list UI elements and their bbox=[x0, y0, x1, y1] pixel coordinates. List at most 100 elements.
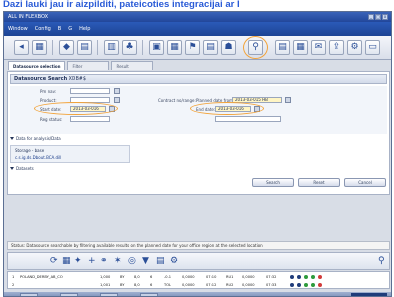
datasource-box: Storage - base c.s.ig.ds.Dbout.BCA.dill bbox=[10, 145, 130, 163]
link-icon[interactable]: ⚭ bbox=[100, 256, 108, 266]
card-icon[interactable]: ▤ bbox=[77, 40, 92, 55]
status-dot bbox=[304, 275, 308, 279]
star-icon[interactable]: ✶ bbox=[114, 256, 122, 266]
report-icon[interactable]: ▤ bbox=[275, 40, 290, 55]
status-dot bbox=[304, 283, 308, 287]
taskbar-button[interactable] bbox=[100, 293, 118, 296]
taskbar-button[interactable] bbox=[20, 293, 38, 296]
add-icon[interactable]: + bbox=[88, 256, 96, 266]
maximize-icon[interactable]: □ bbox=[375, 14, 381, 20]
start-date-highlight bbox=[34, 102, 118, 115]
title-bar: ALL IN FLEXBOX _ □ x bbox=[4, 12, 391, 22]
row-cell: 6 bbox=[150, 275, 153, 279]
mail-icon[interactable]: ✉ bbox=[311, 40, 326, 55]
document-icon[interactable]: ▤ bbox=[156, 256, 165, 266]
table-icon[interactable]: ▦ bbox=[62, 256, 71, 266]
tab-filter[interactable]: Filter bbox=[67, 61, 110, 70]
grid-icon[interactable]: ▦ bbox=[32, 40, 47, 55]
status-dot bbox=[290, 283, 294, 287]
reset-button[interactable]: Reset bbox=[298, 178, 340, 187]
calendar-icon[interactable]: ▦ bbox=[293, 40, 308, 55]
taskbar-button[interactable] bbox=[140, 293, 158, 296]
toolbar-separator bbox=[97, 40, 98, 55]
status-dot bbox=[311, 283, 315, 287]
subsection-datasets[interactable]: Datasets bbox=[10, 166, 387, 171]
row-cell: 0,0000 bbox=[182, 275, 195, 279]
status-dot bbox=[297, 275, 301, 279]
section-code: XDB#$ bbox=[68, 76, 87, 82]
reg-status-label: Reg status: bbox=[40, 117, 63, 122]
print-icon[interactable]: ▭ bbox=[365, 40, 380, 55]
row-cell: 8,0 bbox=[134, 275, 140, 279]
taskbar bbox=[4, 292, 391, 296]
row-cell: RU2 bbox=[226, 283, 234, 287]
close-icon[interactable]: x bbox=[382, 14, 388, 20]
settings-icon[interactable]: ⚙ bbox=[170, 256, 178, 266]
search-button[interactable]: Search bbox=[252, 178, 294, 187]
expand-triangle-icon bbox=[10, 167, 14, 170]
row-cell: 07:10 bbox=[206, 275, 217, 279]
row-cell: 07:32 bbox=[266, 275, 277, 279]
row-name: POLAND_DERBY_AB_CO bbox=[20, 275, 63, 279]
expand-triangle-icon bbox=[10, 137, 14, 140]
window-controls: _ □ x bbox=[368, 14, 388, 20]
people-icon[interactable]: ♣ bbox=[122, 40, 137, 55]
row-cell: 0,0000 bbox=[242, 275, 255, 279]
reg-status-field[interactable] bbox=[70, 116, 110, 122]
shield-icon[interactable]: ◆ bbox=[59, 40, 74, 55]
table-row[interactable]: 2 1,001 BY 8,0 6 TOL 0,0000 07:12 RU2 0,… bbox=[8, 281, 389, 289]
table-row[interactable]: 1 POLAND_DERBY_AB_CO 1,000 BY 8,0 6 -0.1… bbox=[8, 273, 389, 281]
export-icon[interactable]: ⇪ bbox=[329, 40, 344, 55]
pm-field[interactable] bbox=[70, 88, 110, 94]
flag-icon[interactable]: ⚑ bbox=[185, 40, 200, 55]
refresh-icon[interactable]: ⟳ bbox=[50, 256, 58, 266]
settings-icon[interactable]: ⚙ bbox=[347, 40, 362, 55]
product-picker-icon[interactable] bbox=[114, 97, 120, 103]
end-date-highlight bbox=[190, 102, 264, 115]
row-cell: 8,0 bbox=[134, 283, 140, 287]
users-icon[interactable]: ☗ bbox=[221, 40, 236, 55]
menu-help[interactable]: Help bbox=[79, 26, 90, 32]
row-cell: 1,001 bbox=[100, 283, 111, 287]
row-cell: TOL bbox=[164, 283, 172, 287]
cancel-button[interactable]: Cancel bbox=[344, 178, 386, 187]
datasource-row[interactable]: c.s.ig.ds.Dbout.BCA.dill bbox=[15, 155, 61, 160]
section-title: Datasource Search bbox=[14, 76, 68, 82]
table-icon[interactable]: ▦ bbox=[167, 40, 182, 55]
row-number: 2 bbox=[12, 283, 15, 287]
document-icon[interactable]: ▤ bbox=[203, 40, 218, 55]
headline: Dazi lauki jau ir aizpilditi, pateicotie… bbox=[3, 0, 240, 10]
subsection-data[interactable]: Data for analysis/Data bbox=[10, 136, 387, 141]
pm-picker-icon[interactable] bbox=[114, 88, 120, 94]
filter-icon[interactable]: ▼ bbox=[142, 256, 149, 266]
search-panel: Datasource Search XDB#$ Pm nav: Product:… bbox=[7, 71, 390, 195]
toolbar: ◂ ▦ ◆ ▤ ▥ ♣ ▣ ▦ ⚑ ▤ ☗ ⚲ ▤ ▦ ✉ ⇪ ⚙ ▭ bbox=[4, 36, 391, 60]
planned-date-picker-icon[interactable] bbox=[285, 97, 291, 103]
row-cell: 07:12 bbox=[206, 283, 217, 287]
tab-datasource-selection[interactable]: Datasource selection bbox=[8, 61, 66, 70]
menu-config[interactable]: Config bbox=[35, 26, 51, 32]
globe-icon[interactable]: ◎ bbox=[128, 256, 136, 266]
pm-label: Pm nav: bbox=[40, 89, 57, 94]
back-icon[interactable]: ◂ bbox=[14, 40, 29, 55]
row-cell: BY bbox=[120, 283, 125, 287]
row-cell: RU1 bbox=[226, 275, 234, 279]
results-grid: 1 POLAND_DERBY_AB_CO 1,000 BY 8,0 6 -0.1… bbox=[7, 271, 390, 289]
row-cell: 0,0000 bbox=[242, 283, 255, 287]
menu-g[interactable]: G bbox=[68, 26, 72, 32]
search-form: Pm nav: Product: Contract no/range: Plan… bbox=[10, 86, 387, 134]
status-bar: Status: Datasource searchable by filteri… bbox=[7, 241, 390, 250]
tab-strip: Datasource selection Filter Result bbox=[4, 61, 391, 71]
search-icon[interactable]: ⚲ bbox=[378, 256, 385, 266]
menu-b[interactable]: B bbox=[58, 26, 61, 32]
wand-icon[interactable]: ✦ bbox=[74, 256, 82, 266]
menu-window[interactable]: Window bbox=[8, 26, 28, 32]
folder-icon[interactable]: ▣ bbox=[149, 40, 164, 55]
status-dot bbox=[318, 283, 322, 287]
menu-bar: Window Config B G Help bbox=[4, 22, 391, 36]
tab-result[interactable]: Result bbox=[111, 61, 154, 70]
chart-icon[interactable]: ▥ bbox=[104, 40, 119, 55]
other-field[interactable] bbox=[215, 116, 281, 122]
taskbar-button[interactable] bbox=[60, 293, 78, 296]
minimize-icon[interactable]: _ bbox=[368, 14, 374, 20]
